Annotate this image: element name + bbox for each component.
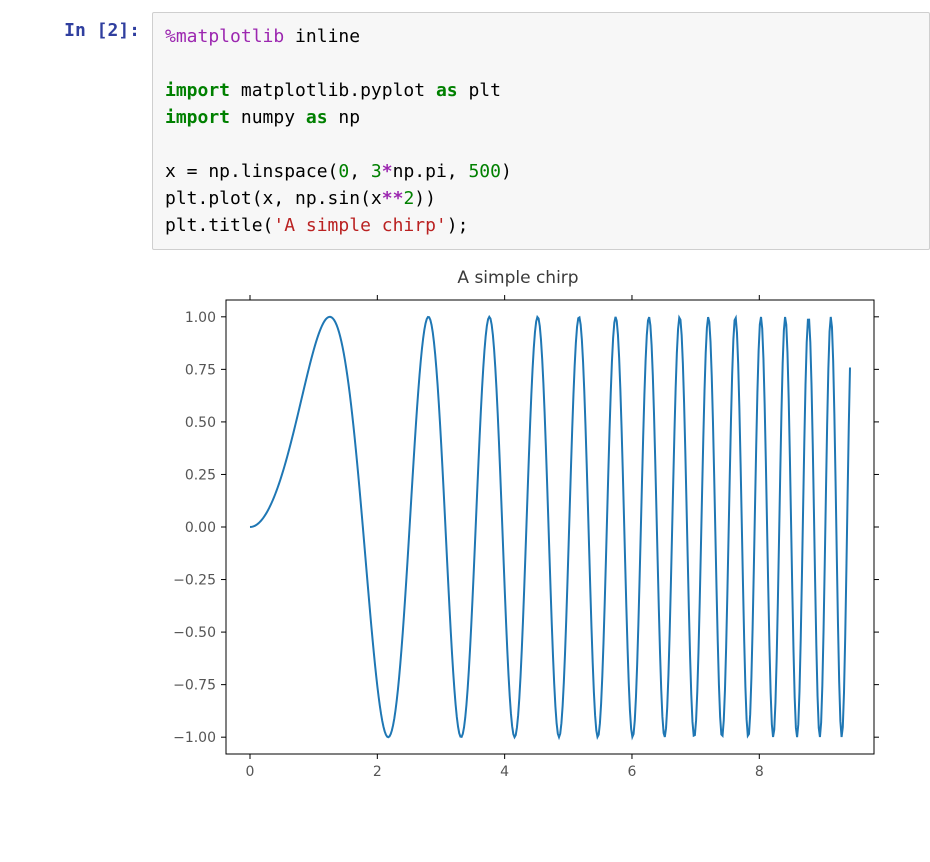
prompt-suffix: ]: xyxy=(118,20,140,41)
code-token: as xyxy=(306,107,328,128)
svg-text:−0.25: −0.25 xyxy=(173,573,216,589)
code-token: import xyxy=(165,107,230,128)
svg-text:0: 0 xyxy=(246,764,255,780)
svg-text:6: 6 xyxy=(628,764,637,780)
svg-text:8: 8 xyxy=(755,764,764,780)
code-token: import xyxy=(165,80,230,101)
code-token: x = np.linspace( xyxy=(165,161,338,182)
svg-text:1.00: 1.00 xyxy=(185,310,216,326)
code-token: 500 xyxy=(468,161,501,182)
code-token: 3 xyxy=(371,161,382,182)
svg-text:−1.00: −1.00 xyxy=(173,730,216,746)
svg-text:0.50: 0.50 xyxy=(185,415,216,431)
code-token: inline xyxy=(284,26,360,47)
code-token: ) xyxy=(501,161,512,182)
code-token: %matplotlib xyxy=(165,26,284,47)
svg-text:0.25: 0.25 xyxy=(185,467,216,483)
code-input[interactable]: %matplotlib inline import matplotlib.pyp… xyxy=(152,12,930,250)
plot-output: A simple chirp −1.00 −0.75 −0.50 −0.25 0.00 0… xyxy=(140,250,888,810)
code-token: numpy xyxy=(230,107,306,128)
svg-text:0.75: 0.75 xyxy=(185,362,216,378)
notebook-output-cell: A simple chirp −1.00 −0.75 −0.50 −0.25 0.00 0… xyxy=(0,250,930,810)
svg-text:0.00: 0.00 xyxy=(185,520,216,536)
input-prompt: In [2]: xyxy=(0,12,152,41)
code-token: plt xyxy=(458,80,501,101)
code-token: ); xyxy=(447,215,469,236)
svg-text:−0.50: −0.50 xyxy=(173,625,216,641)
svg-text:2: 2 xyxy=(373,764,382,780)
code-token: , xyxy=(349,161,371,182)
svg-text:4: 4 xyxy=(500,764,509,780)
code-token: matplotlib.pyplot xyxy=(230,80,436,101)
prompt-prefix: In [ xyxy=(64,20,107,41)
code-token: ** xyxy=(382,188,404,209)
code-token: as xyxy=(436,80,458,101)
code-token: plt.plot(x, np.sin(x xyxy=(165,188,382,209)
code-token: 0 xyxy=(338,161,349,182)
code-token: plt.title( xyxy=(165,215,273,236)
code-token: np.pi, xyxy=(393,161,469,182)
chart-title: A simple chirp xyxy=(148,268,888,288)
code-token: )) xyxy=(414,188,436,209)
code-token: 2 xyxy=(403,188,414,209)
notebook-code-cell: In [2]: %matplotlib inline import matplo… xyxy=(0,0,930,250)
svg-text:−0.75: −0.75 xyxy=(173,678,216,694)
chart-svg: −1.00 −0.75 −0.50 −0.25 0.00 0.25 0.50 0.75 1.00… xyxy=(148,290,888,790)
exec-count: 2 xyxy=(107,20,118,41)
code-token: 'A simple chirp' xyxy=(273,215,446,236)
code-token: np xyxy=(328,107,361,128)
code-token: * xyxy=(382,161,393,182)
